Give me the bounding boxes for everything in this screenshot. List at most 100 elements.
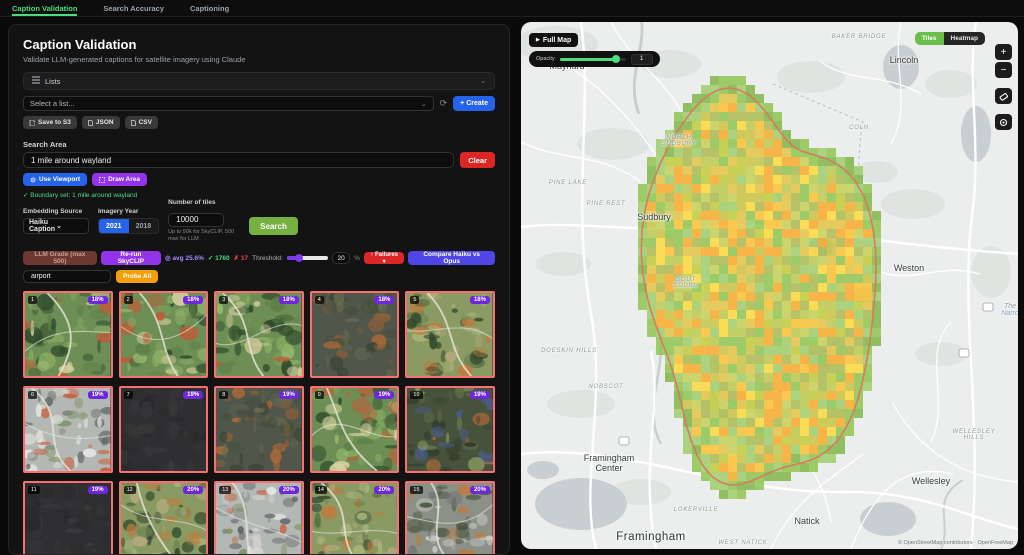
- page-title: Caption Validation: [23, 37, 495, 52]
- result-tile-1[interactable]: 118%: [23, 291, 113, 378]
- imagery-year-label: Imagery Year: [98, 208, 159, 215]
- tile-number-badge: 5: [410, 296, 419, 304]
- tiles-hint: Up to 50k for SkyCLIP, 500 max for LLM: [168, 229, 240, 243]
- result-tile-11[interactable]: 1119%: [23, 481, 113, 555]
- tile-score-badge: 19%: [88, 391, 108, 399]
- crosshair-icon: [30, 177, 36, 183]
- result-tile-6[interactable]: 6 19%: [23, 386, 113, 473]
- tile-number-badge: 13: [219, 486, 231, 494]
- imagery-year-segment: 20212018: [98, 218, 159, 234]
- result-tile-3[interactable]: 3 18%: [214, 291, 304, 378]
- locate-button[interactable]: [995, 114, 1012, 130]
- result-tile-8[interactable]: 819%: [214, 386, 304, 473]
- search-area-label: Search Area: [23, 140, 495, 149]
- clear-button[interactable]: Clear: [460, 152, 495, 168]
- search-button[interactable]: Search: [249, 217, 298, 235]
- tile-score-badge: 20%: [374, 486, 394, 494]
- imagery-year-2021[interactable]: 2021: [99, 219, 129, 233]
- llm-grade-button[interactable]: LLM Grade (max 500): [23, 251, 97, 265]
- tile-score-badge: 19%: [470, 391, 490, 399]
- result-tile-14[interactable]: 14 20%: [310, 481, 400, 555]
- tile-number-badge: 10: [410, 391, 422, 399]
- nav-tab-caption-validation[interactable]: Caption Validation: [12, 0, 77, 16]
- nav-tab-captioning[interactable]: Captioning: [190, 0, 229, 16]
- failures-button[interactable]: ↑ Failures ▾: [364, 252, 404, 264]
- eraser-icon: [999, 92, 1008, 101]
- lists-section-toggle[interactable]: Lists ⌄: [23, 72, 495, 90]
- draw-area-button[interactable]: Draw Area: [92, 173, 147, 186]
- embedding-source-group: Embedding Source Haiku Caption ⌄: [23, 208, 89, 234]
- top-navbar: Caption Validation Search Accuracy Caption…: [0, 0, 1024, 17]
- threshold-input[interactable]: [332, 252, 350, 264]
- tile-number-badge: 6: [28, 391, 37, 399]
- slider-knob[interactable]: [295, 254, 303, 262]
- use-viewport-button[interactable]: Use Viewport: [23, 173, 87, 186]
- export-csv-button[interactable]: CSV: [125, 116, 158, 129]
- caption-validation-panel: Caption Validation Validate LLM-generate…: [8, 24, 510, 555]
- tile-number-badge: 7: [124, 391, 133, 399]
- eraser-tool-button[interactable]: [995, 88, 1012, 104]
- tile-number-badge: 15: [410, 486, 422, 494]
- create-list-button[interactable]: + Create: [453, 96, 495, 111]
- list-select-placeholder: Select a list...: [30, 99, 421, 108]
- toggle-heatmap-button[interactable]: Heatmap: [944, 32, 985, 45]
- save-to-s3-button[interactable]: Save to S3: [23, 116, 77, 129]
- tiles-label: Number of tiles: [168, 199, 240, 206]
- map-panel[interactable]: MaynardBAKER BRIDGELincolnNORTH SUDBURYC…: [521, 22, 1018, 549]
- zoom-out-button[interactable]: −: [995, 62, 1012, 78]
- threshold-slider[interactable]: [287, 256, 328, 260]
- result-tile-4[interactable]: 418%: [310, 291, 400, 378]
- result-tile-5[interactable]: 5 18%: [405, 291, 495, 378]
- result-tile-12[interactable]: 1220%: [119, 481, 209, 555]
- opacity-control: Opacity 1: [529, 51, 660, 67]
- zoom-in-button[interactable]: +: [995, 44, 1012, 60]
- result-tile-9[interactable]: 919%: [310, 386, 400, 473]
- tile-number-badge: 9: [315, 391, 324, 399]
- probe-input[interactable]: [23, 270, 111, 283]
- rerun-skyclip-button[interactable]: Re-run SkyCLIP: [101, 251, 161, 265]
- compare-haiku-opus-button[interactable]: Compare Haiku vs Opus: [408, 251, 495, 265]
- threshold-label: Threshold:: [252, 255, 283, 262]
- opacity-slider-knob[interactable]: [612, 55, 620, 63]
- export-json-button[interactable]: JSON: [82, 116, 120, 129]
- tiles-count-input[interactable]: [168, 213, 224, 227]
- full-map-button[interactable]: ▶ Full Map: [529, 33, 578, 47]
- tile-score-badge: 18%: [183, 296, 203, 304]
- result-tile-7[interactable]: 7 19%: [119, 386, 209, 473]
- toggle-tiles-button[interactable]: Tiles: [915, 32, 944, 45]
- result-tile-10[interactable]: 10 19%: [405, 386, 495, 473]
- imagery-year-2018[interactable]: 2018: [129, 219, 159, 233]
- embedding-source-select[interactable]: Haiku Caption ⌄: [23, 218, 89, 234]
- layer-toggle: Tiles Heatmap: [915, 32, 985, 45]
- pass-count-stat: ✓ 1760: [208, 254, 230, 262]
- opacity-slider[interactable]: [560, 58, 626, 61]
- heatmap-cells: [638, 76, 881, 499]
- tile-score-badge: 18%: [279, 296, 299, 304]
- probe-all-button[interactable]: Probe All: [116, 270, 158, 283]
- tile-score-badge: 20%: [279, 486, 299, 494]
- tile-number-badge: 12: [124, 486, 136, 494]
- result-tile-2[interactable]: 218%: [119, 291, 209, 378]
- boundary-status: ✓ Boundary set: 1 mile around wayland: [23, 191, 495, 199]
- tile-number-badge: 3: [219, 296, 228, 304]
- lists-header-label: Lists: [45, 77, 475, 86]
- list-select[interactable]: Select a list... ⌄: [23, 96, 434, 111]
- play-icon: ▶: [536, 37, 540, 43]
- list-icon: [32, 76, 40, 86]
- result-tile-13[interactable]: 13 20%: [214, 481, 304, 555]
- tile-number-badge: 14: [315, 486, 327, 494]
- nav-tab-search-accuracy[interactable]: Search Accuracy: [103, 0, 164, 16]
- chevron-down-icon: ⌄: [421, 100, 427, 108]
- tile-score-badge: 18%: [470, 296, 490, 304]
- tile-score-badge: 19%: [88, 486, 108, 494]
- opacity-label: Opacity: [536, 56, 555, 62]
- chevron-down-icon: ⌄: [480, 77, 486, 85]
- tile-score-badge: 20%: [470, 486, 490, 494]
- search-area-input[interactable]: [23, 152, 454, 168]
- tile-score-badge: 19%: [279, 391, 299, 399]
- tile-number-badge: 1: [28, 296, 37, 304]
- tile-score-badge: 19%: [183, 391, 203, 399]
- refresh-icon[interactable]: ⟳: [440, 99, 448, 108]
- result-tile-15[interactable]: 15 20%: [405, 481, 495, 555]
- fail-count-stat: ✗ 17: [234, 254, 248, 262]
